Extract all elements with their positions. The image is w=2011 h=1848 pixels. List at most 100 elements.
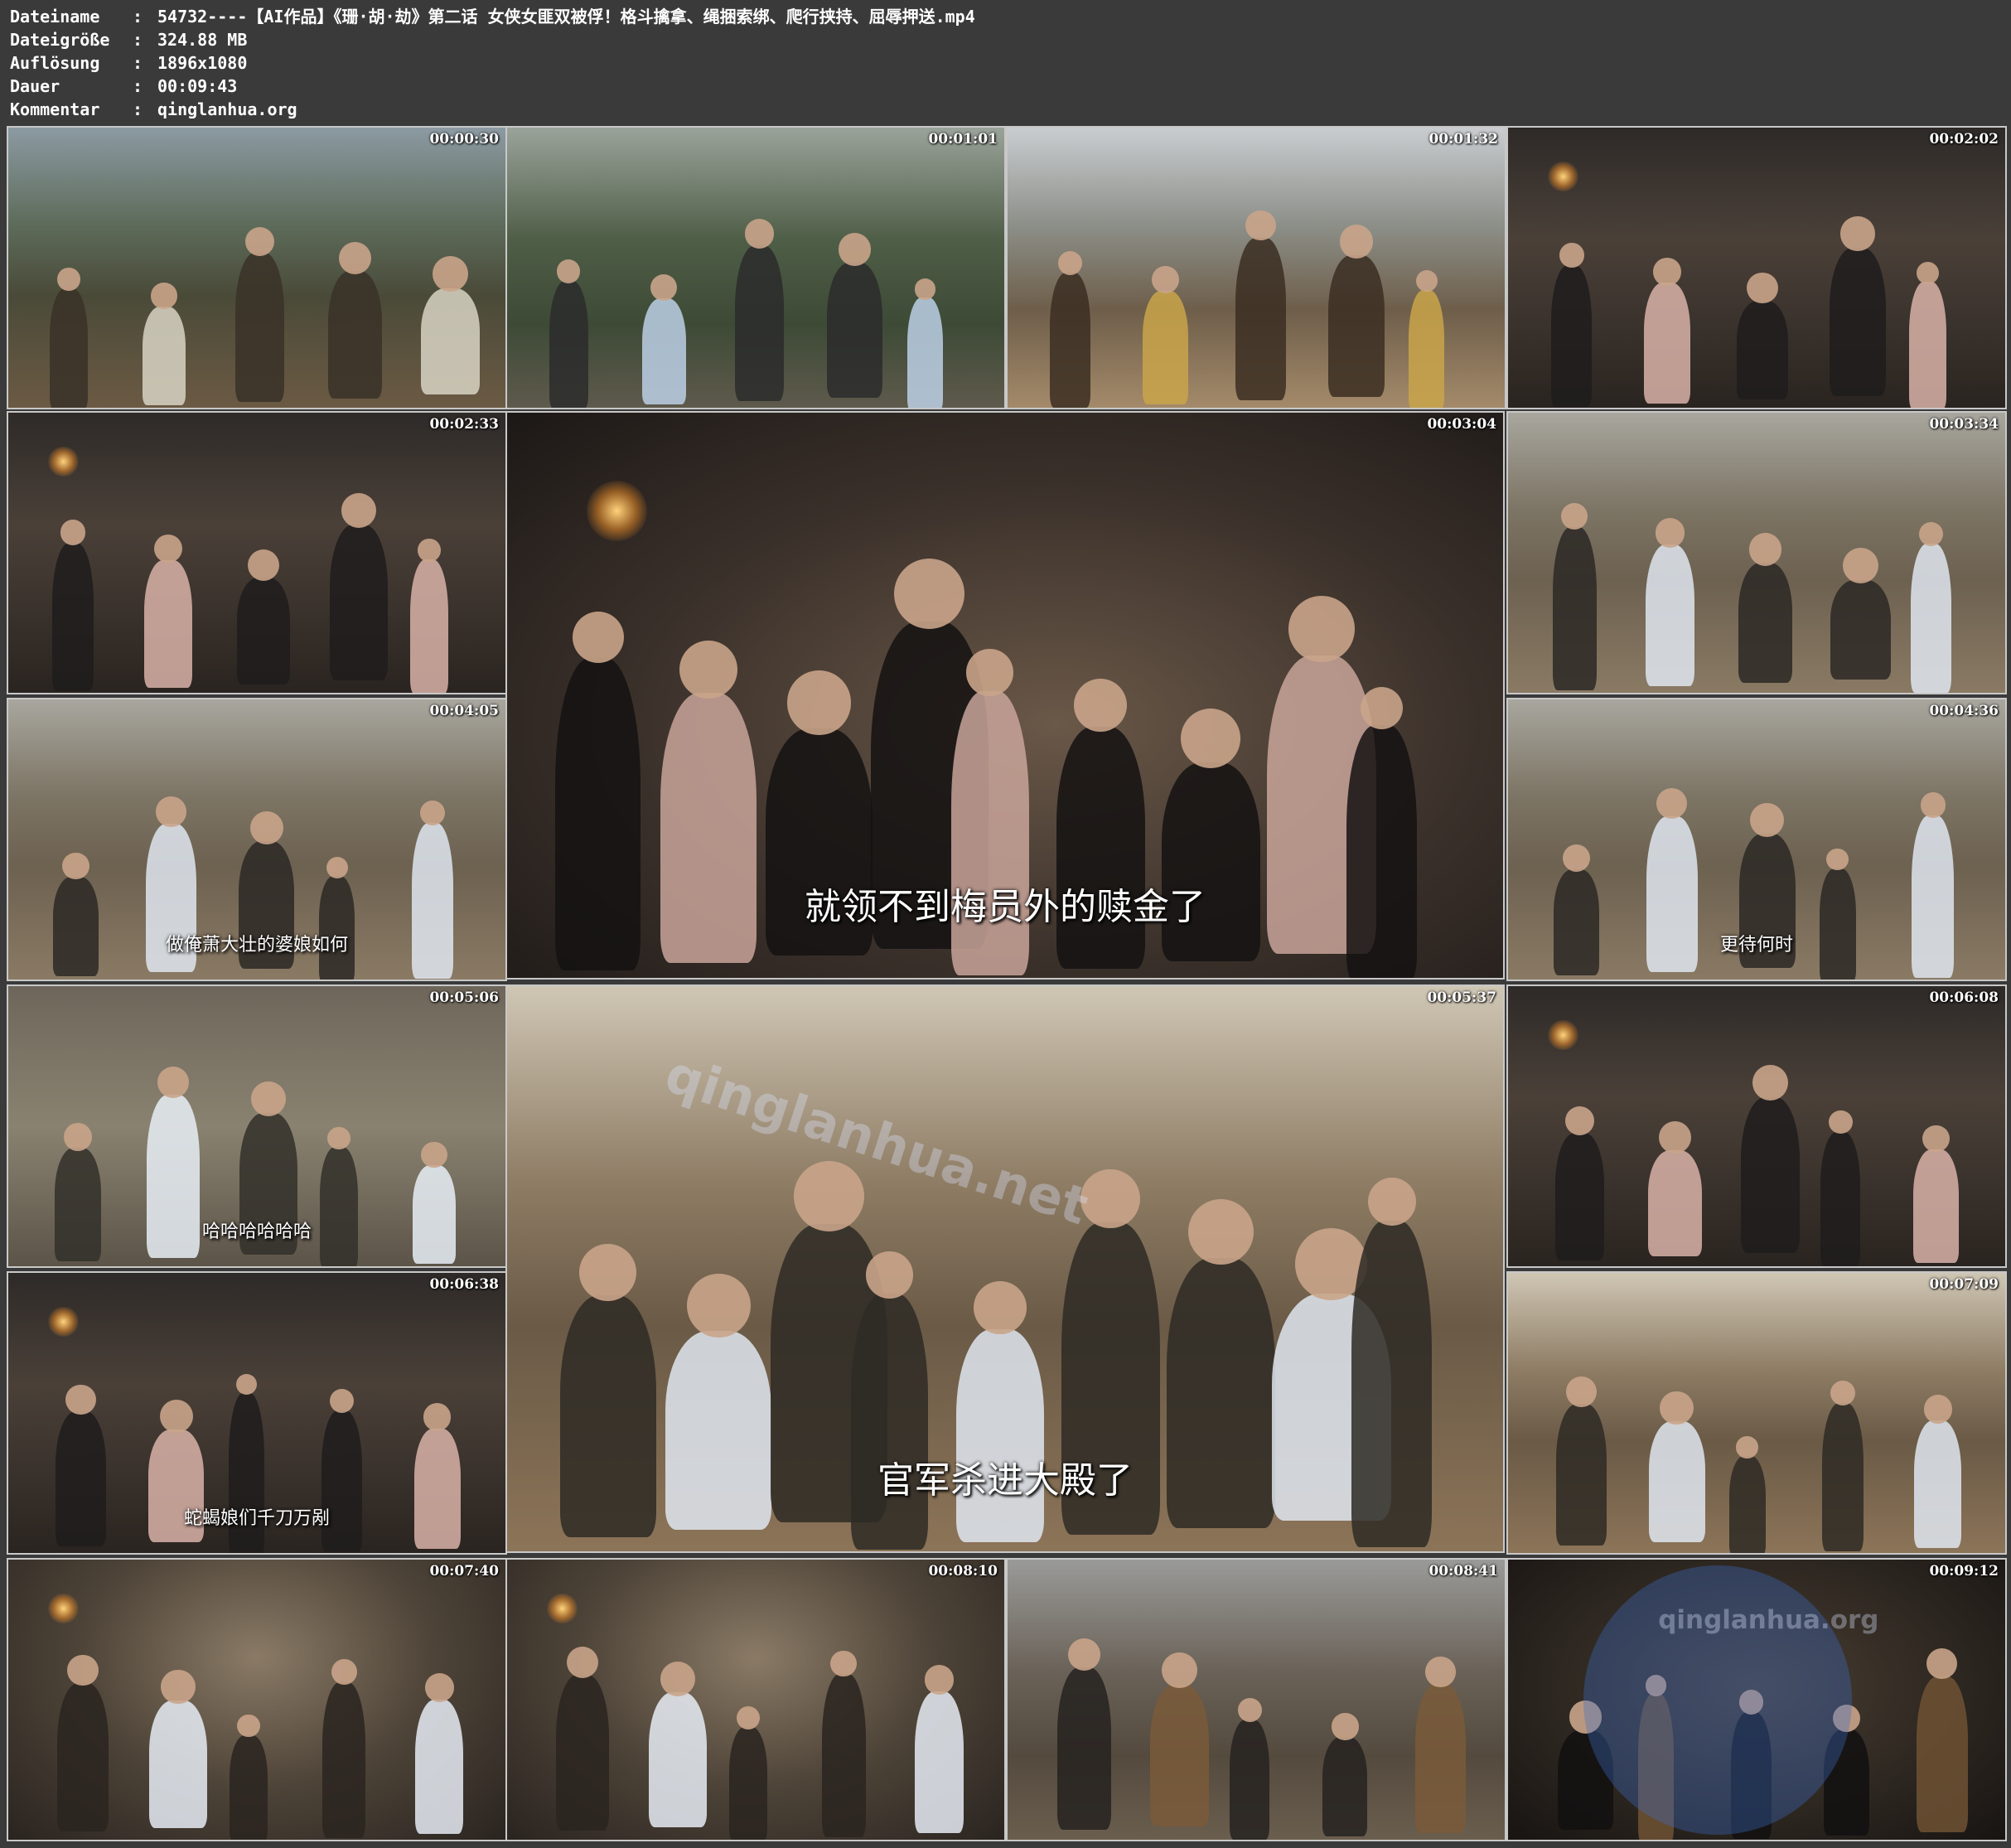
subtitle-text: 就领不到梅员外的赎金了 — [805, 886, 1206, 928]
watermark-text: qinglanhua.org — [1658, 1604, 1879, 1635]
video-thumbnail[interactable]: 00:01:32 — [1006, 126, 1506, 409]
scene-figure — [950, 691, 1029, 976]
info-separator: : — [133, 30, 143, 50]
video-thumbnail[interactable]: 00:06:38 蛇蝎娘们千刀万剐 — [7, 1271, 507, 1555]
scene-figure — [1056, 1667, 1111, 1831]
scene-figure — [51, 542, 94, 692]
scene-figure — [1819, 868, 1857, 980]
scene-figure-head — [1425, 1657, 1456, 1687]
scene-figure — [734, 244, 785, 402]
scene-figure — [827, 263, 882, 398]
info-value: 324.88 MB — [157, 30, 248, 50]
scene-figure — [549, 280, 588, 408]
subtitle-text: 做俺萧大壮的婆娘如何 — [165, 935, 348, 955]
scene-figure — [1647, 1149, 1703, 1257]
torch-glow — [48, 1594, 79, 1624]
scene-figure — [1648, 1421, 1705, 1542]
thumbnail-scene — [8, 128, 505, 408]
info-row-comment: Kommentar : qinglanhua.org — [10, 98, 975, 121]
timestamp-label: 00:06:08 — [1929, 989, 1999, 1006]
scene-figure — [149, 1700, 207, 1828]
scene-figure — [1740, 1096, 1801, 1253]
scene-figure-head — [418, 539, 441, 562]
video-thumbnail[interactable]: 00:04:05 做俺萧大壮的婆娘如何 — [7, 698, 507, 981]
info-key: Auflösung — [10, 53, 100, 73]
scene-figure — [50, 288, 89, 408]
scene-figure-head — [1073, 679, 1128, 733]
torch-glow — [48, 1307, 79, 1338]
info-key: Dateiname — [10, 7, 100, 27]
info-value: 1896x1080 — [157, 53, 248, 73]
video-thumbnail[interactable]: 00:08:10 — [505, 1558, 1006, 1841]
scene-figure-head — [153, 535, 183, 564]
thumbnail-scene — [507, 1560, 1004, 1840]
scene-figure-head — [1566, 1376, 1598, 1407]
torch-glow — [547, 1594, 578, 1624]
scene-figure — [907, 298, 943, 408]
scene-figure-head — [924, 1665, 955, 1695]
scene-figure-head — [1926, 1648, 1958, 1680]
scene-figure-head — [248, 549, 280, 582]
scene-figure — [1909, 282, 1947, 408]
scene-figure-head — [1920, 792, 1946, 818]
scene-figure-head — [419, 801, 445, 825]
scene-figure-head — [338, 241, 371, 274]
video-thumbnail[interactable]: 00:05:37 官军杀进大殿了 qinglanhua.net — [505, 984, 1505, 1553]
scene-figure-head — [62, 852, 89, 880]
video-thumbnail[interactable]: 00:02:33 — [7, 411, 507, 694]
scene-figure-head — [424, 1673, 454, 1703]
scene-figure — [649, 1692, 708, 1827]
video-thumbnail[interactable]: 00:00:30 — [7, 126, 507, 409]
scene-figure-head — [423, 1403, 452, 1431]
scene-figure — [320, 1147, 358, 1266]
scene-figure-head — [1653, 258, 1681, 286]
scene-figure-head — [244, 226, 274, 256]
info-separator: : — [133, 7, 143, 27]
video-thumbnail[interactable]: 00:02:02 — [1506, 126, 2007, 409]
scene-figure-head — [60, 520, 86, 545]
video-thumbnail[interactable]: 00:07:40 — [7, 1558, 507, 1841]
info-row-filesize: Dateigröße : 324.88 MB — [10, 28, 975, 51]
scene-figure-head — [249, 811, 283, 845]
scene-figure-head — [159, 1399, 193, 1433]
video-thumbnail[interactable]: 00:01:01 — [505, 126, 1006, 409]
scene-figure-head — [579, 1243, 637, 1302]
scene-figure — [1914, 1420, 1962, 1549]
scene-figure-head — [1181, 709, 1241, 768]
video-thumbnail[interactable]: 00:05:06 哈哈哈哈哈哈 — [7, 984, 507, 1268]
scene-figure — [1143, 290, 1188, 404]
scene-figure — [1056, 726, 1145, 969]
video-thumbnail[interactable]: 00:08:41 — [1006, 1558, 1506, 1841]
video-thumbnail[interactable]: 00:03:34 — [1506, 411, 2007, 694]
scene-figure-head — [1826, 848, 1849, 871]
video-thumbnail[interactable]: 00:06:08 — [1506, 984, 2007, 1268]
scene-figure-head — [686, 1273, 751, 1338]
scene-figure — [1322, 1737, 1368, 1836]
scene-figure — [1821, 1402, 1864, 1552]
video-thumbnail[interactable]: 00:09:12 qinglanhua.org — [1506, 1558, 2007, 1841]
info-row-resolution: Auflösung : 1896x1080 — [10, 51, 975, 75]
timestamp-label: 00:08:10 — [928, 1563, 998, 1580]
scene-figure-head — [966, 649, 1014, 696]
video-thumbnail[interactable]: 00:04:36 更待何时 — [1506, 698, 2007, 981]
info-key: Dauer — [10, 76, 60, 96]
scene-figure — [1415, 1684, 1466, 1833]
video-thumbnail[interactable]: 00:03:04 就领不到梅员外的赎金了 — [505, 411, 1505, 980]
timestamp-label: 00:07:09 — [1929, 1276, 1999, 1293]
thumbnail-scene — [8, 1560, 505, 1840]
timestamp-label: 00:07:40 — [429, 1563, 499, 1580]
scene-figure-head — [1918, 522, 1944, 547]
scene-figure-head — [1057, 251, 1082, 276]
torch-glow — [48, 447, 79, 477]
scene-figure-head — [1660, 1391, 1694, 1425]
scene-figure — [1553, 868, 1600, 975]
scene-figure-head — [1067, 1638, 1100, 1671]
scene-figure-head — [327, 1126, 350, 1150]
video-thumbnail[interactable]: 00:07:09 — [1506, 1271, 2007, 1555]
timestamp-label: 00:03:34 — [1929, 416, 1999, 433]
scene-figure — [556, 1675, 610, 1831]
scene-figure-head — [894, 558, 965, 629]
scene-figure — [53, 877, 99, 976]
scene-figure-head — [329, 1388, 355, 1414]
scene-figure-head — [1828, 1110, 1853, 1134]
